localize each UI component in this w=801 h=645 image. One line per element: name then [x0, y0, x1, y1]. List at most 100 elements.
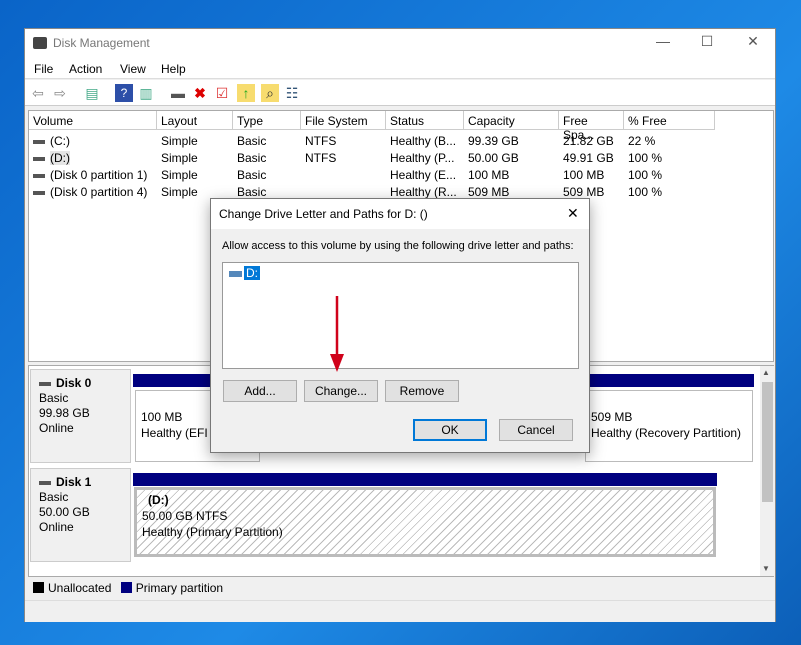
cell-text: 509 MB — [563, 185, 605, 199]
help-icon[interactable]: ? — [115, 84, 133, 102]
disk-state: Online — [39, 520, 74, 534]
cell-type: Basic — [233, 132, 301, 149]
column-free-space[interactable]: Free Spa... — [559, 111, 624, 142]
column-percent-free[interactable]: % Free — [624, 111, 715, 130]
table-row[interactable]: (D:) Simple Basic NTFS Healthy (P... 50.00 GB… — [29, 149, 773, 166]
partition-size: 50.00 GB NTFS — [142, 509, 228, 523]
disk-1-bar — [133, 473, 717, 486]
table-row[interactable]: (Disk 0 partition 1) Simple Basic Healthy (… — [29, 166, 773, 183]
disk-size: 50.00 GB — [39, 505, 90, 519]
search-icon[interactable]: ⌕ — [261, 84, 279, 102]
menu-bar: File Action View Help — [25, 57, 775, 79]
disk-type: Basic — [39, 391, 69, 405]
export-icon[interactable]: ↑ — [237, 84, 255, 102]
console-tree-icon[interactable]: ▤ — [83, 84, 101, 102]
column-type[interactable]: Type — [233, 111, 301, 130]
cell-text: Simple — [161, 151, 198, 165]
cell-text: 100 % — [628, 151, 663, 165]
disk-0-partition-recovery[interactable]: 509 MB Healthy (Recovery Partition) — [585, 390, 753, 462]
menu-help[interactable]: Help — [161, 62, 186, 76]
action-pane-icon[interactable]: ▥ — [137, 84, 155, 102]
partition-status: Healthy (Primary Partition) — [142, 525, 283, 539]
cell-layout: Simple — [157, 166, 233, 183]
cell-volume: (Disk 0 partition 4) — [29, 183, 157, 200]
scroll-up-icon[interactable]: ▲ — [762, 368, 770, 377]
cell-text: Simple — [161, 134, 198, 148]
column-layout[interactable]: Layout — [157, 111, 233, 130]
connect-drive-icon[interactable]: ▬ — [169, 84, 187, 102]
close-button[interactable]: ✕ — [733, 33, 773, 53]
legend: Unallocated Primary partition — [25, 578, 775, 598]
ok-button[interactable]: OK — [413, 419, 487, 441]
disk-name: Disk 0 — [56, 376, 92, 390]
vertical-scrollbar[interactable]: ▲ ▼ — [760, 366, 775, 576]
cell-status: Healthy (B... — [386, 132, 464, 149]
cell-text: Healthy (P... — [390, 151, 455, 165]
cell-volume: (Disk 0 partition 1) — [29, 166, 157, 183]
cell-text: 22 % — [628, 134, 656, 148]
cell-text: (Disk 0 partition 1) — [50, 168, 148, 182]
change-button[interactable]: Change... — [304, 380, 378, 402]
maximize-button[interactable]: ☐ — [687, 33, 727, 53]
minimize-button[interactable]: — — [643, 33, 683, 53]
menu-file[interactable]: File — [34, 62, 53, 76]
column-capacity[interactable]: Capacity — [464, 111, 559, 130]
menu-action[interactable]: Action — [69, 62, 102, 76]
partition-size: 509 MB — [591, 410, 633, 424]
column-volume[interactable]: Volume — [29, 111, 157, 130]
disk-icon — [39, 480, 51, 485]
cell-text: Simple — [161, 185, 198, 199]
dialog-prompt: Allow access to this volume by using the… — [222, 240, 574, 252]
change-drive-letter-dialog: Change Drive Letter and Paths for D: () … — [210, 198, 590, 453]
cell-free-space: 21.82 GB — [559, 132, 624, 149]
drive-icon — [229, 270, 242, 277]
cell-volume: (C:) — [29, 132, 157, 149]
list-icon[interactable]: ☷ — [283, 84, 301, 102]
disk-state: Online — [39, 421, 74, 435]
cell-text: (Disk 0 partition 4) — [50, 185, 148, 199]
scroll-down-icon[interactable]: ▼ — [762, 564, 770, 573]
dialog-title: Change Drive Letter and Paths for D: () — [219, 207, 428, 221]
menu-view[interactable]: View — [120, 62, 146, 76]
cell-percent-free: 22 % — [624, 132, 715, 149]
cancel-button[interactable]: Cancel — [499, 419, 573, 441]
cell-layout: Simple — [157, 149, 233, 166]
disk-icon — [39, 381, 51, 386]
status-bar — [25, 600, 775, 622]
back-icon[interactable]: ⇦ — [29, 84, 47, 102]
cell-text: (C:) — [50, 134, 70, 148]
cell-file-system: NTFS — [301, 149, 386, 166]
legend-primary: Primary partition — [135, 581, 224, 595]
cell-status: Healthy (P... — [386, 149, 464, 166]
disk-0-label[interactable]: Disk 0 Basic 99.98 GB Online — [30, 369, 131, 463]
remove-button[interactable]: Remove — [385, 380, 459, 402]
scrollbar-thumb[interactable] — [762, 382, 773, 502]
properties-icon[interactable]: ☑ — [213, 84, 231, 102]
cell-text: Simple — [161, 168, 198, 182]
column-status[interactable]: Status — [386, 111, 464, 130]
disk-name: Disk 1 — [56, 475, 92, 489]
forward-icon[interactable]: ⇨ — [51, 84, 69, 102]
cell-capacity: 100 MB — [464, 166, 559, 183]
cell-text: Healthy (B... — [390, 134, 457, 148]
disk-type: Basic — [39, 490, 69, 504]
cell-percent-free: 100 % — [624, 183, 715, 200]
volume-icon — [33, 156, 45, 161]
disk-1-partition-d[interactable]: (D:) 50.00 GB NTFS Healthy (Primary Part… — [134, 487, 716, 557]
cell-text: Healthy (R... — [390, 185, 457, 199]
disk-1-label[interactable]: Disk 1 Basic 50.00 GB Online — [30, 468, 131, 562]
unallocated-swatch — [33, 582, 44, 593]
paths-listbox[interactable]: D: — [222, 262, 579, 369]
add-button[interactable]: Add... — [223, 380, 297, 402]
path-label: D: — [244, 266, 260, 280]
cell-free-space: 100 MB — [559, 166, 624, 183]
cell-capacity: 50.00 GB — [464, 149, 559, 166]
table-row[interactable]: (C:) Simple Basic NTFS Healthy (B... 99.39 GB… — [29, 132, 773, 149]
dialog-close-button[interactable]: ✕ — [567, 205, 579, 222]
column-file-system[interactable]: File System — [301, 111, 386, 130]
delete-icon[interactable]: ✖ — [191, 84, 209, 102]
arrow-head — [330, 354, 344, 372]
cell-text: Basic — [237, 151, 267, 165]
path-item[interactable]: D: — [229, 266, 260, 280]
cell-type: Basic — [233, 166, 301, 183]
